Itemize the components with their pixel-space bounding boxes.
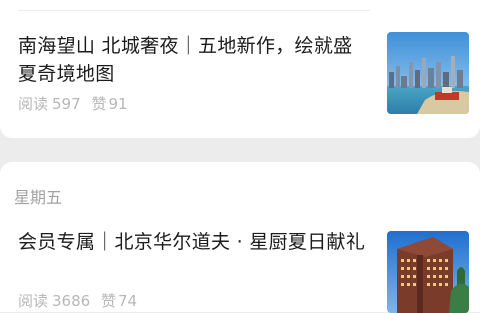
article-stats: 阅读 3686 赞 74	[18, 290, 143, 311]
hotel-building-image[interactable]	[387, 231, 469, 313]
coastal-city-skyline-image[interactable]	[387, 32, 469, 114]
article-title[interactable]: 南海望山 北城奢夜｜五地新作，绘就盛夏奇境地图	[18, 32, 370, 88]
like-count: 赞 74	[100, 292, 138, 310]
article-stats: 阅读 597 赞 91	[18, 93, 134, 114]
read-count: 阅读 597	[18, 95, 81, 113]
like-count: 赞 91	[91, 95, 128, 113]
divider	[18, 10, 370, 11]
date-label: 星期五	[14, 188, 63, 207]
article-title[interactable]: 会员专属｜北京华尔道夫 · 星厨夏日献礼	[18, 228, 370, 256]
article-card[interactable]: 南海望山 北城奢夜｜五地新作，绘就盛夏奇境地图 阅读 597 赞 91	[0, 0, 480, 138]
article-group-card: 星期五 会员专属｜北京华尔道夫 · 星厨夏日献礼 阅读 3686 赞 74	[0, 162, 480, 313]
read-count: 阅读 3686	[18, 292, 91, 310]
